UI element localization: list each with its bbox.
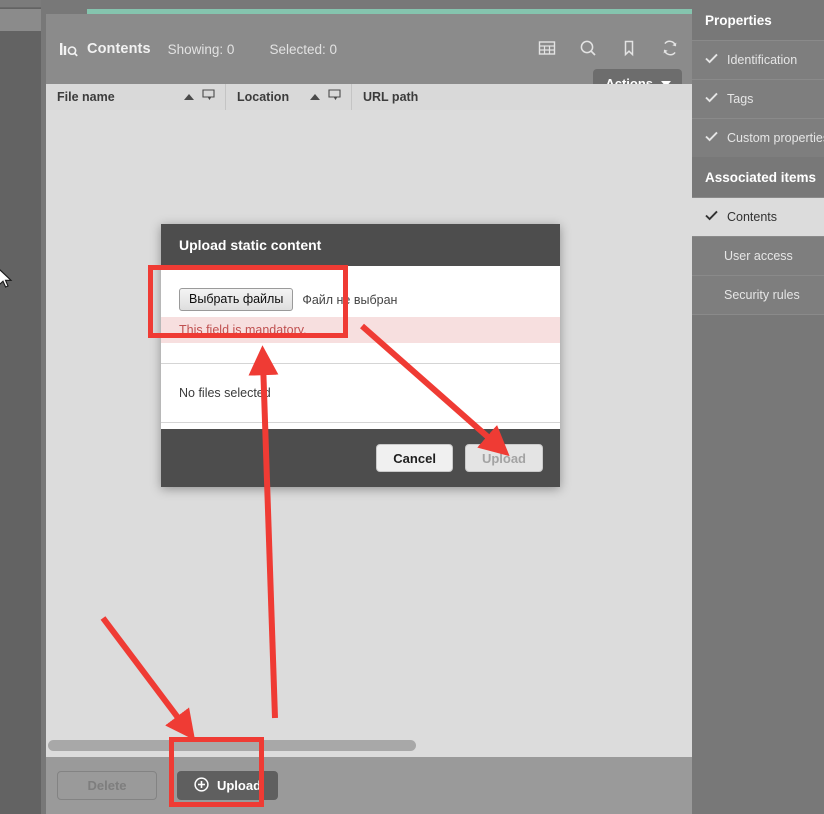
dialog-body: Выбрать файлы Файл не выбран This field … [161, 266, 560, 446]
no-files-selected-text: No files selected [179, 386, 271, 400]
dialog-cancel-button[interactable]: Cancel [376, 444, 453, 472]
properties-item-custom-properties[interactable]: Custom properties [692, 118, 824, 157]
column-header-location[interactable]: Location [226, 84, 352, 110]
plus-circle-icon [194, 776, 209, 795]
left-strip-top-divider [0, 0, 41, 8]
screen-root: Contents Showing: 0 Selected: 0 File nam… [0, 0, 824, 814]
left-strip-active-block[interactable] [0, 9, 41, 31]
bookmark-icon[interactable] [619, 38, 639, 63]
dialog-title: Upload static content [179, 237, 322, 253]
dialog-header: Upload static content [161, 224, 560, 266]
sort-ascending-icon[interactable] [184, 94, 194, 100]
footer-upload-label: Upload [216, 778, 262, 793]
validation-error-message: This field is mandatory. [161, 317, 560, 343]
column-header-label: Location [237, 90, 290, 104]
delete-button-label: Delete [87, 778, 127, 793]
associated-item-label: User access [724, 249, 793, 263]
refresh-icon[interactable] [660, 38, 680, 63]
upload-static-content-dialog: Upload static content Выбрать файлы Файл… [161, 224, 560, 487]
contents-panel-header: Contents Showing: 0 Selected: 0 [46, 14, 692, 99]
sort-ascending-icon[interactable] [310, 94, 320, 100]
check-icon [705, 92, 718, 106]
column-header-label: File name [57, 90, 115, 104]
associated-item-security-rules[interactable]: Security rules [692, 275, 824, 314]
properties-rail: Properties Identification Tags Custom pr… [692, 0, 824, 814]
left-sidebar-strip[interactable] [0, 0, 41, 814]
table-view-icon[interactable] [537, 38, 557, 63]
properties-rail-divider [692, 314, 824, 315]
properties-item-label: Tags [727, 92, 754, 106]
file-input-row: Выбрать файлы Файл не выбран [179, 288, 542, 311]
footer-upload-button[interactable]: Upload [177, 771, 278, 800]
associated-item-contents[interactable]: Contents [692, 197, 824, 236]
table-header-row: File name Location URL path [46, 84, 692, 110]
associated-item-label: Security rules [724, 288, 800, 302]
search-icon[interactable] [578, 38, 598, 63]
contents-header-left: Contents Showing: 0 Selected: 0 [60, 41, 337, 57]
check-icon [705, 210, 718, 224]
filter-icon[interactable] [202, 89, 225, 105]
showing-count: Showing: 0 [167, 41, 235, 57]
properties-item-label: Custom properties [727, 131, 824, 145]
footer-action-bar: Delete Upload [46, 757, 692, 814]
associated-item-user-access[interactable]: User access [692, 236, 824, 275]
properties-section-title: Properties [692, 0, 824, 40]
properties-item-identification[interactable]: Identification [692, 40, 824, 79]
dialog-divider-bottom [161, 422, 560, 423]
check-icon [705, 131, 718, 145]
properties-item-tags[interactable]: Tags [692, 79, 824, 118]
dialog-upload-button: Upload [464, 444, 543, 472]
horizontal-scrollbar-thumb[interactable] [48, 740, 416, 751]
properties-item-label: Identification [727, 53, 798, 67]
horizontal-scrollbar[interactable] [46, 740, 692, 751]
check-icon [705, 53, 718, 67]
column-header-url-path[interactable]: URL path [352, 84, 492, 110]
column-header-file-name[interactable]: File name [46, 84, 226, 110]
filter-icon[interactable] [328, 89, 351, 105]
contents-toolbar-icons [537, 38, 680, 63]
bar-chart-search-icon [60, 41, 78, 57]
associated-items-section-title: Associated items [692, 157, 824, 197]
dialog-footer: Cancel Upload [161, 429, 560, 487]
file-selection-status: Файл не выбран [302, 292, 398, 307]
delete-button[interactable]: Delete [57, 771, 157, 800]
page-title: Contents [87, 41, 151, 57]
column-header-label: URL path [363, 90, 419, 104]
associated-item-label: Contents [727, 210, 778, 224]
choose-files-button[interactable]: Выбрать файлы [179, 288, 294, 311]
selected-count: Selected: 0 [269, 41, 337, 57]
mouse-cursor-icon [0, 269, 13, 288]
